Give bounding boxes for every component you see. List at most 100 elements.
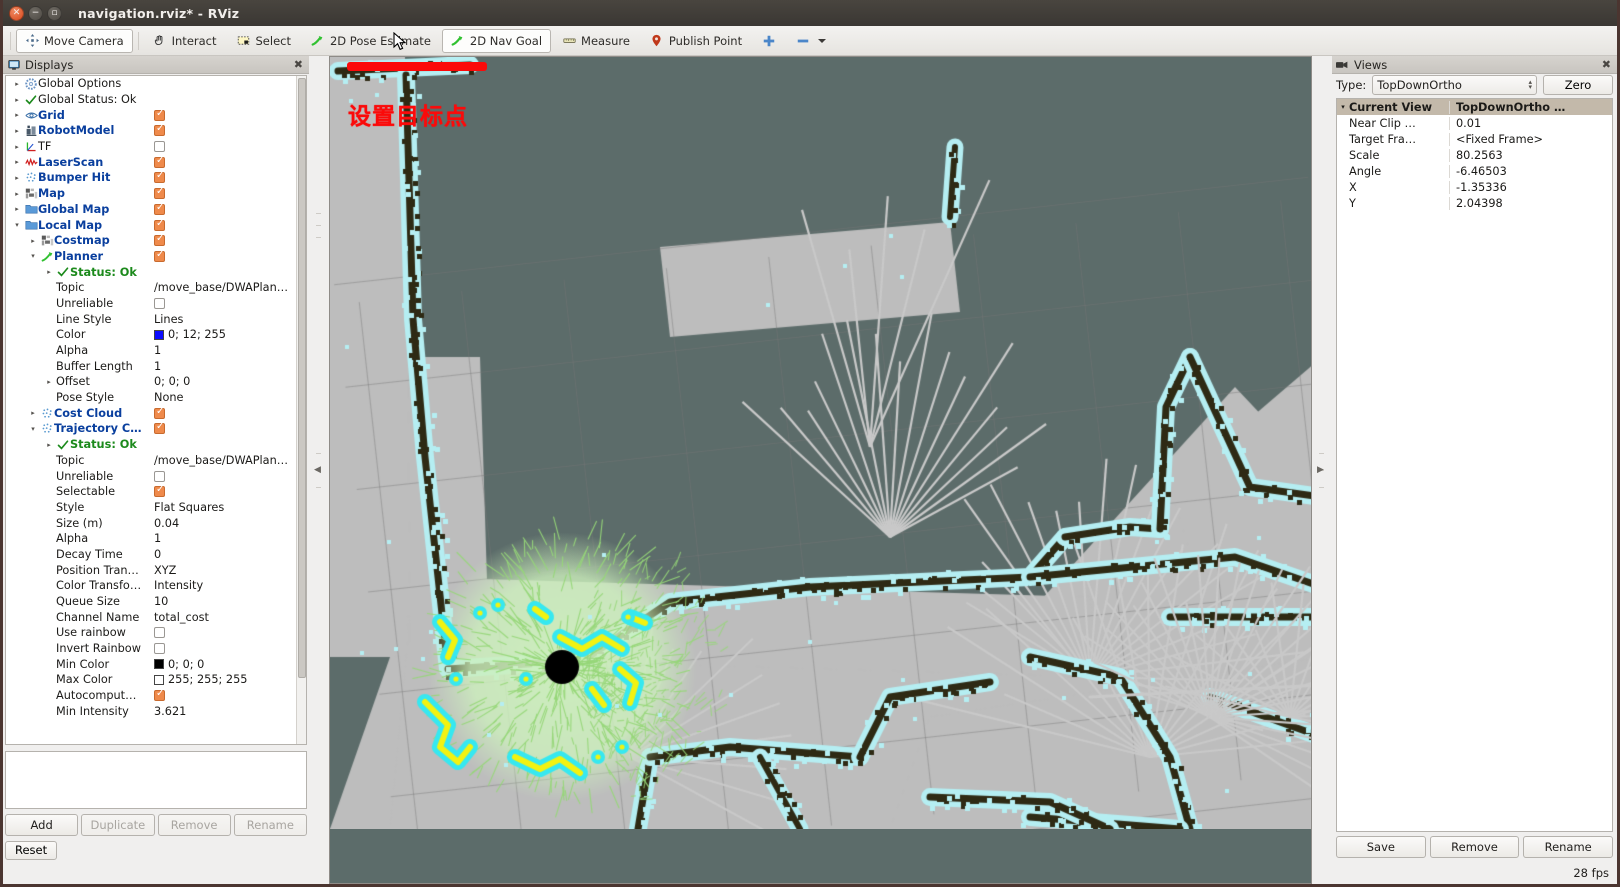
display-tree-row[interactable]: Size (m) 0.04 [6,515,296,531]
display-tree-row-value[interactable] [154,123,165,137]
checkbox-checked[interactable] [154,202,165,215]
display-tree-row[interactable]: Decay Time 0 [6,547,296,563]
display-tree-row-value[interactable]: 10 [154,595,168,608]
minimize-button[interactable]: − [28,5,43,21]
tool-remove-plugin[interactable] [787,29,838,53]
display-tree-row-value[interactable]: total_cost [154,611,209,624]
display-tree-row[interactable]: Style Flat Squares [6,500,296,516]
displays-tree-scrollbar[interactable] [296,76,306,744]
checkbox-unchecked[interactable] [154,141,165,153]
display-tree-row[interactable]: ▸ Grid [6,107,296,123]
display-tree-row-value[interactable]: XYZ [154,564,176,577]
expand-arrow-icon[interactable]: ▸ [10,80,24,88]
rename-display-button[interactable]: Rename [233,814,307,836]
checkbox-checked[interactable] [154,186,165,200]
display-tree-row[interactable]: Color Transfo… Intensity [6,578,296,594]
display-tree-row[interactable]: ▸ Global Status: Ok [6,92,296,108]
display-tree-row-value[interactable] [154,202,165,215]
checkbox-checked[interactable] [154,406,165,419]
display-tree-row[interactable]: Invert Rainbow [6,641,296,657]
display-tree-row-value[interactable] [154,233,165,247]
view-property-value[interactable]: -6.46503 [1449,164,1612,178]
view-property-value[interactable]: 2.04398 [1449,196,1612,210]
view-property-row[interactable]: X -1.35336 [1337,179,1612,195]
checkbox-checked[interactable] [154,170,165,184]
displays-close-icon[interactable]: ✖ [292,58,305,71]
display-tree-row[interactable]: Alpha 1 [6,343,296,359]
display-tree-row[interactable]: ▾ Local Map [6,217,296,233]
display-tree-row-value[interactable]: Flat Squares [154,501,224,514]
display-tree-row[interactable]: ▸ Bumper Hit [6,170,296,186]
display-tree-row[interactable]: Unreliable [6,468,296,484]
display-tree-row[interactable]: Color 0; 12; 255 [6,327,296,343]
displays-tree[interactable]: ▸ Global Options ▸ Global Status: Ok ▸ Grid ▸ R… [5,75,307,745]
display-tree-row-value[interactable]: 0; 12; 255 [154,328,226,341]
view-property-value[interactable]: <Fixed Frame> [1449,132,1612,146]
expand-arrow-icon[interactable]: ▸ [42,441,56,449]
checkbox-checked[interactable] [154,108,165,121]
expand-arrow-icon[interactable]: ▾ [26,252,40,260]
display-tree-row[interactable]: Buffer Length 1 [6,358,296,374]
view-property-row[interactable]: Scale 80.2563 [1337,147,1612,163]
display-tree-row-value[interactable] [154,643,165,655]
display-tree-row-value[interactable]: /move_base/DWAPlan… [154,281,288,294]
checkbox-unchecked[interactable] [154,470,165,482]
display-tree-row-value[interactable]: 255; 255; 255 [154,673,247,686]
display-tree-row[interactable]: Max Color 255; 255; 255 [6,672,296,688]
display-tree-row[interactable]: ▸ Offset 0; 0; 0 [6,374,296,390]
expand-arrow-icon[interactable]: ▸ [10,174,24,182]
expand-arrow-icon[interactable]: ▸ [10,96,24,104]
checkbox-checked[interactable] [154,688,165,702]
display-tree-row[interactable]: ▸ RobotModel [6,123,296,139]
left-splitter[interactable]: ◀ [309,56,329,884]
display-tree-row[interactable]: ▸ Status: Ok [6,264,296,280]
display-tree-row-value[interactable]: 0.04 [154,517,179,530]
view-property-row[interactable]: Target Fra… <Fixed Frame> [1337,131,1612,147]
remove-display-button[interactable]: Remove [157,814,231,836]
reset-button[interactable]: Reset [5,840,58,860]
display-tree-row[interactable]: Autocomput… [6,688,296,704]
display-tree-row[interactable]: Line Style Lines [6,311,296,327]
checkbox-unchecked[interactable] [154,297,165,309]
rename-view-button[interactable]: Rename [1523,836,1614,858]
maximize-button[interactable]: ▫ [47,5,62,21]
display-tree-row[interactable]: ▸ Cost Cloud [6,405,296,421]
display-tree-row[interactable]: ▸ Status: Ok [6,437,296,453]
display-tree-row[interactable]: ▸ Costmap [6,233,296,249]
expand-arrow-icon[interactable]: ▸ [10,127,24,135]
expand-arrow-icon[interactable]: ▸ [10,205,24,213]
display-tree-row[interactable]: ▸ Global Options [6,76,296,92]
display-tree-row[interactable]: Queue Size 10 [6,594,296,610]
expand-arrow-icon[interactable]: ▸ [26,237,40,245]
display-tree-row[interactable]: ▾ Trajectory C… [6,421,296,437]
tool-2d-pose-estimate[interactable]: 2D Pose Estimate [302,29,440,53]
display-tree-row[interactable]: Alpha 1 [6,531,296,547]
checkbox-checked[interactable] [154,249,165,262]
display-tree-row-value[interactable] [154,470,165,482]
checkbox-checked[interactable] [154,155,165,168]
checkbox-checked[interactable] [154,421,165,435]
view-type-select[interactable]: TopDownOrtho ▴ ▾ [1372,75,1537,95]
display-tree-row-value[interactable]: /move_base/DWAPlan… [154,454,288,467]
spinner-icon[interactable]: ▴ ▾ [1528,79,1532,91]
display-tree-row-value[interactable] [154,484,165,498]
checkbox-checked[interactable] [154,218,165,231]
display-tree-row[interactable]: Min Intensity 3.621 [6,704,296,720]
color-swatch[interactable] [154,659,164,670]
view-property-value[interactable]: -1.35336 [1449,180,1612,194]
display-tree-row[interactable]: Use rainbow [6,625,296,641]
display-tree-row-value[interactable] [154,249,165,262]
display-tree-row[interactable]: Position Tran… XYZ [6,562,296,578]
display-tree-row-value[interactable] [154,297,165,309]
display-tree-row-value[interactable]: 1 [154,360,161,373]
tool-move-camera[interactable]: Move Camera [16,28,133,53]
duplicate-display-button[interactable]: Duplicate [81,814,155,836]
display-tree-row-value[interactable] [154,170,165,184]
collapse-right-panel-icon[interactable]: ▶ [1317,465,1324,475]
display-tree-row[interactable]: Channel Name total_cost [6,609,296,625]
expand-arrow-icon[interactable]: ▸ [10,158,24,166]
display-tree-row[interactable]: Min Color 0; 0; 0 [6,656,296,672]
view-property-value[interactable]: 0.01 [1449,116,1612,130]
display-tree-row-value[interactable]: 1 [154,344,161,357]
add-display-button[interactable]: Add [5,814,79,836]
